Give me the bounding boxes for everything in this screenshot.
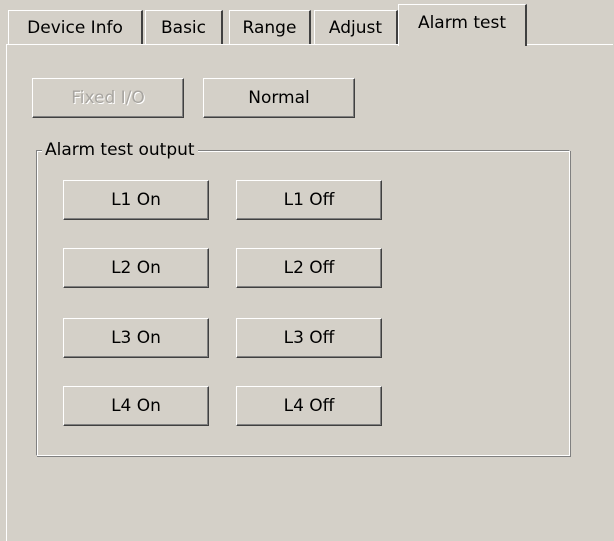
l3-on-button[interactable]: L3 On	[63, 318, 209, 358]
tab-range[interactable]: Range	[229, 10, 311, 44]
tab-range-label: Range	[242, 18, 297, 38]
l1-on-button-label: L1 On	[111, 190, 161, 210]
tab-alarm-test-label: Alarm test	[417, 13, 507, 33]
l4-off-button[interactable]: L4 Off	[236, 386, 382, 426]
l4-off-button-label: L4 Off	[283, 396, 335, 416]
l3-off-button-label: L3 Off	[283, 328, 335, 348]
tab-adjust[interactable]: Adjust	[314, 10, 398, 44]
normal-button[interactable]: Normal	[203, 78, 355, 118]
tab-alarm-test[interactable]: Alarm test	[398, 4, 527, 46]
l2-off-button-label: L2 Off	[283, 258, 335, 278]
fixed-io-button-label: Fixed I/O	[71, 88, 145, 108]
l2-on-button[interactable]: L2 On	[63, 248, 209, 288]
l1-on-button[interactable]: L1 On	[63, 180, 209, 220]
normal-button-label: Normal	[248, 88, 310, 108]
tab-adjust-label: Adjust	[328, 18, 383, 38]
l2-on-button-label: L2 On	[111, 258, 161, 278]
l2-off-button[interactable]: L2 Off	[236, 248, 382, 288]
l3-on-button-label: L3 On	[111, 328, 161, 348]
l1-off-button-label: L1 Off	[283, 190, 335, 210]
tab-device-info-label: Device Info	[27, 18, 123, 38]
l3-off-button[interactable]: L3 Off	[236, 318, 382, 358]
l1-off-button[interactable]: L1 Off	[236, 180, 382, 220]
fixed-io-button[interactable]: Fixed I/O	[32, 78, 184, 118]
l4-on-button[interactable]: L4 On	[63, 386, 209, 426]
tab-basic-label: Basic	[160, 18, 206, 38]
l4-on-button-label: L4 On	[111, 396, 161, 416]
tab-device-info[interactable]: Device Info	[8, 10, 143, 44]
tab-basic[interactable]: Basic	[145, 10, 223, 44]
alarm-test-output-title: Alarm test output	[42, 141, 198, 160]
